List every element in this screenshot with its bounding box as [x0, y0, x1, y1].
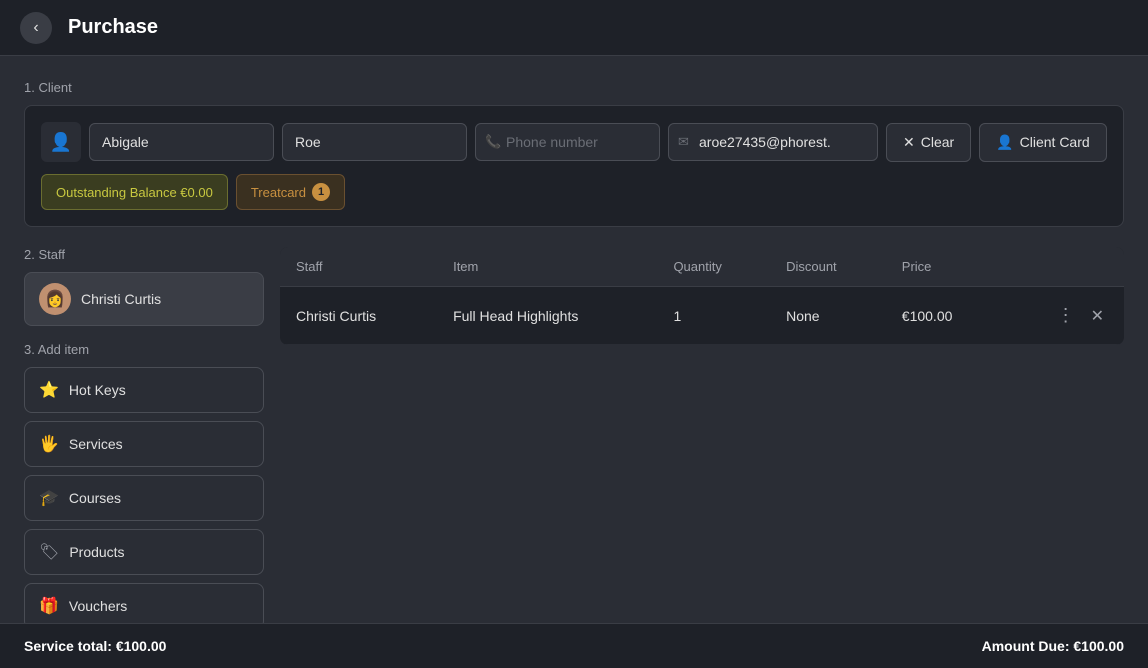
courses-button[interactable]: 🎓 Courses	[24, 475, 264, 521]
row-item: Full Head Highlights	[437, 287, 657, 345]
more-options-button[interactable]: ⋮	[1053, 301, 1079, 330]
staff-section-label: 2. Staff	[24, 247, 264, 262]
treatcard-count: 1	[312, 183, 330, 201]
table-header-row: Staff Item Quantity Discount Price	[280, 247, 1124, 287]
col-quantity: Quantity	[657, 247, 770, 287]
page-title: Purchase	[68, 16, 158, 39]
services-label: Services	[69, 436, 123, 452]
staff-selector[interactable]: 👩 Christi Curtis	[24, 272, 264, 326]
star-icon: ⭐	[39, 380, 59, 400]
staff-section: 2. Staff 👩 Christi Curtis	[24, 247, 264, 326]
left-panel: 2. Staff 👩 Christi Curtis 3. Add item ⭐ …	[24, 247, 264, 637]
client-card-label: Client Card	[1020, 134, 1090, 150]
service-total: Service total: €100.00	[24, 638, 166, 654]
email-wrapper: ✉	[668, 123, 878, 161]
hot-keys-button[interactable]: ⭐ Hot Keys	[24, 367, 264, 413]
clear-label: Clear	[921, 134, 954, 150]
col-item: Item	[437, 247, 657, 287]
client-section-label: 1. Client	[24, 80, 1124, 95]
content-row: 2. Staff 👩 Christi Curtis 3. Add item ⭐ …	[24, 247, 1124, 637]
hand-icon: 🖐	[39, 434, 59, 454]
products-label: Products	[69, 544, 124, 560]
last-name-input[interactable]	[282, 123, 467, 161]
add-item-label: 3. Add item	[24, 342, 264, 357]
close-icon: ✕	[903, 134, 915, 151]
first-name-input[interactable]	[89, 123, 274, 161]
clear-button[interactable]: ✕ Clear	[886, 123, 971, 162]
row-discount: None	[770, 287, 886, 345]
treatcard-badge[interactable]: Treatcard 1	[236, 174, 345, 210]
client-fields-panel: 👤 📞 ✉ ✕ Clear 👤 Client Card	[24, 105, 1124, 227]
amount-due-label: Amount Due:	[982, 638, 1070, 654]
remove-item-button[interactable]: ✕	[1087, 302, 1108, 330]
main-content: 1. Client 👤 📞 ✉ ✕ Clear �	[0, 56, 1148, 668]
person-icon: 👤	[996, 134, 1013, 151]
footer: Service total: €100.00 Amount Due: €100.…	[0, 623, 1148, 668]
phone-input[interactable]	[475, 123, 660, 161]
row-staff: Christi Curtis	[280, 287, 437, 345]
treatcard-label: Treatcard	[251, 185, 306, 200]
client-input-row: 👤 📞 ✉ ✕ Clear 👤 Client Card	[41, 122, 1107, 162]
services-button[interactable]: 🖐 Services	[24, 421, 264, 467]
col-staff: Staff	[280, 247, 437, 287]
client-section: 1. Client 👤 📞 ✉ ✕ Clear �	[24, 80, 1124, 227]
outstanding-balance-badge[interactable]: Outstanding Balance €0.00	[41, 174, 228, 210]
phone-wrapper: 📞	[475, 123, 660, 161]
table-row: Christi Curtis Full Head Highlights 1 No…	[280, 287, 1124, 345]
row-quantity: 1	[657, 287, 770, 345]
service-total-value: €100.00	[116, 638, 167, 654]
add-item-section: 3. Add item ⭐ Hot Keys 🖐 Services 🎓 Cour…	[24, 342, 264, 629]
back-button[interactable]: ‹	[20, 12, 52, 44]
service-total-label: Service total:	[24, 638, 112, 654]
row-price: €100.00	[886, 287, 1002, 345]
products-button[interactable]: 🏷 Products	[24, 529, 264, 575]
row-actions: ⋮ ✕	[1002, 287, 1125, 345]
col-discount: Discount	[770, 247, 886, 287]
vouchers-label: Vouchers	[69, 598, 127, 614]
amount-due-value: €100.00	[1073, 638, 1124, 654]
courses-label: Courses	[69, 490, 121, 506]
email-input[interactable]	[668, 123, 878, 161]
client-card-button[interactable]: 👤 Client Card	[979, 123, 1106, 162]
tag-icon: 🏷	[39, 542, 59, 562]
items-table-panel: Staff Item Quantity Discount Price Chris…	[280, 247, 1124, 637]
avatar: 👩	[39, 283, 71, 315]
staff-name: Christi Curtis	[81, 291, 161, 307]
col-price: Price	[886, 247, 1002, 287]
client-person-icon: 👤	[41, 122, 81, 162]
badge-row: Outstanding Balance €0.00 Treatcard 1	[41, 174, 1107, 210]
header: ‹ Purchase	[0, 0, 1148, 56]
hot-keys-label: Hot Keys	[69, 382, 126, 398]
items-table: Staff Item Quantity Discount Price Chris…	[280, 247, 1124, 345]
amount-due: Amount Due: €100.00	[982, 638, 1124, 654]
gift-icon: 🎁	[39, 596, 59, 616]
col-actions	[1002, 247, 1125, 287]
graduation-icon: 🎓	[39, 488, 59, 508]
